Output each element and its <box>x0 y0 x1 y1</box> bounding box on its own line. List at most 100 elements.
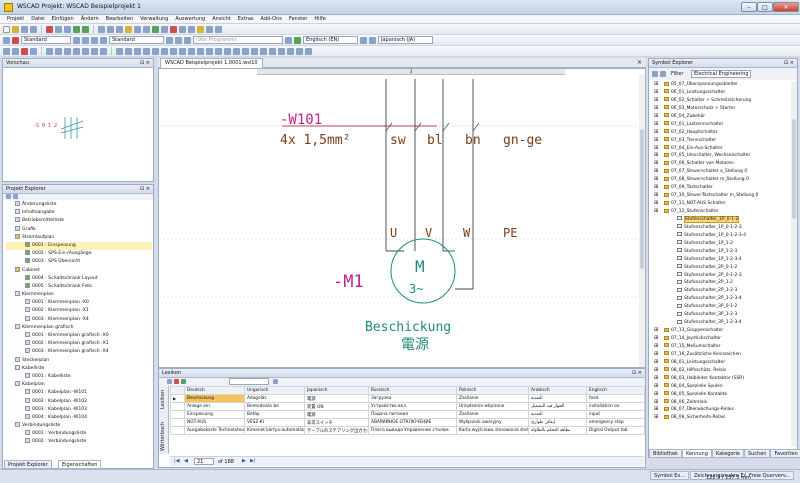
table-cell[interactable]: Karta wyjściowa sterowania stołu <box>456 426 529 435</box>
project-tree-item[interactable]: Steckerplan <box>6 356 152 365</box>
project-tree-item[interactable]: Stromlaufplan <box>6 233 152 242</box>
table-cell[interactable]: 非常スイッチ <box>304 418 369 427</box>
project-tree-item[interactable]: 0002 : Kabelplan -W102 <box>6 397 152 406</box>
project-tree-item[interactable]: 0003 : Klemmenplan grafisch -X4 <box>6 348 152 356</box>
symbol-category[interactable]: ⊞ 07_16_Zusätzliche Kennzeichen <box>649 351 791 359</box>
expand-icon[interactable]: ⊞ <box>654 176 658 184</box>
size-icon[interactable] <box>175 36 182 44</box>
zoom-in-icon[interactable] <box>98 25 105 33</box>
symbol-scroll-thumb[interactable] <box>792 119 796 219</box>
symbol-category[interactable]: ⊞ 06_01_Leistungsschalter <box>649 89 791 97</box>
expand-icon[interactable]: ⊞ <box>654 200 658 208</box>
macro-tool-icon[interactable] <box>197 47 204 55</box>
symbol-category[interactable]: ⊞ 08_04_Spezielle Spulen <box>649 383 791 391</box>
project-tree-item[interactable]: 0004 : Kabelplan -W104 <box>6 413 152 422</box>
expand-icon[interactable]: ⊞ <box>654 359 658 367</box>
symbol-category[interactable]: ⊞ 08_08_Sicherheits-Relais <box>649 414 791 422</box>
close-doc-icon[interactable]: × <box>637 59 642 66</box>
wire-tool-icon[interactable] <box>125 47 132 55</box>
pen-icon[interactable] <box>91 36 98 44</box>
table-cell[interactable]: Beschickung <box>184 394 245 403</box>
project-tree-item[interactable]: 0003 : SPS Übersicht <box>6 258 152 266</box>
filter-combo[interactable]: Electrical Engineering <box>691 70 751 78</box>
search-icon[interactable] <box>273 379 278 384</box>
text-color-icon[interactable] <box>21 47 28 55</box>
menu-2[interactable]: Einfügen <box>52 16 74 22</box>
table-cell[interactable]: テーブルのステアリング出力カード <box>304 426 369 435</box>
taskbar-crossref[interactable]: Freie Querverv... <box>745 471 795 480</box>
symbol-category[interactable]: ⊞ 08_01_Leistungsschalter <box>649 359 791 367</box>
pin-icon[interactable]: ⊡ × <box>140 185 150 193</box>
symbol-item[interactable]: Stufenschalter_2P_0-1-2-3 <box>649 272 791 280</box>
image-tool-icon[interactable] <box>206 47 213 55</box>
symbol-category[interactable]: ⊞ 07_03_Trennschalter <box>649 137 791 145</box>
expand-icon[interactable]: ⊞ <box>654 184 658 192</box>
project-tree-item[interactable]: Inhaltsangabe <box>6 209 152 217</box>
table-row[interactable]: Einspeisung Betáp 電源 Подача питания Zasilani… <box>170 410 645 419</box>
table-row[interactable]: NOT-AUS VÉSZ-KI 非常スイッチ АВАРИЙНОЕ ОТКЛЮЧЕНИЕ… <box>170 418 645 427</box>
symbol-item[interactable]: Stufenschalter_2P_1-2-3 <box>649 287 791 295</box>
properties-icon[interactable] <box>188 25 195 33</box>
page-input[interactable]: 21 <box>194 458 214 465</box>
symbol-category[interactable]: ⊞ 07_08_Steuerschalter m_Stellung 0 <box>649 176 791 184</box>
symbol-category[interactable]: ⊞ 08_06_Zeitrelais <box>649 399 791 407</box>
symbol-category[interactable]: ⊞ 07_04_Ein-Aus-Schalter <box>649 145 791 153</box>
symbol-category[interactable]: ⊞ 08_02_Hilfsschütz, Relais <box>649 367 791 375</box>
symbol-category[interactable]: ⊞ 07_07_Steuerschalter o_Stellung 0 <box>649 168 791 176</box>
table-cell[interactable]: إيقاف طوارئ <box>528 418 587 427</box>
table-cell[interactable]: Ausgabekarte Technetsteuerung <box>184 426 245 435</box>
symbol-tab[interactable]: Kategorie <box>711 449 744 458</box>
zoom-out-icon[interactable] <box>107 25 114 33</box>
language-1-combo[interactable]: Englisch (EN) <box>303 36 358 44</box>
expand-icon[interactable]: ⊞ <box>654 327 658 335</box>
hyperlink-tool-icon[interactable] <box>215 47 222 55</box>
expand-icon[interactable]: ⊞ <box>654 391 658 399</box>
expand-icon[interactable]: ⊞ <box>654 335 658 343</box>
cut-icon[interactable] <box>46 25 53 33</box>
column-header[interactable]: Japanisch <box>304 386 369 395</box>
expand-icon[interactable]: ⊞ <box>654 414 658 422</box>
symbol-category[interactable]: ⊞ 07_15_Meßumschalter <box>649 343 791 351</box>
minimize-button[interactable]: – <box>741 2 757 12</box>
symbol-category[interactable]: ⊞ 07_01_Lastrennschalter <box>649 121 791 129</box>
dimension-tool-icon[interactable] <box>116 47 123 55</box>
project-tree-item[interactable]: 0002 : Verbindungsliste <box>6 438 152 446</box>
symbol-category[interactable]: ⊞ 07_12_Stufenschalter <box>649 208 791 216</box>
table-row[interactable]: Anlage ein Berendezés be 装置 ON Устройство в… <box>170 402 645 411</box>
table-cell[interactable]: Berendezés be <box>244 402 305 411</box>
column-header[interactable]: Polnisch <box>456 386 529 395</box>
table-cell[interactable]: Digital Output tab <box>586 426 645 435</box>
project-tree-item[interactable]: Betriebsmittelliste <box>6 217 152 225</box>
project-tree-item[interactable]: 0002 : SPS-Ein-/Ausgänge <box>6 250 152 258</box>
expand-icon[interactable]: ⊞ <box>654 406 658 414</box>
expand-icon[interactable]: ⊞ <box>654 89 658 97</box>
next-page-icon[interactable]: ▶ <box>242 458 246 464</box>
bold-icon[interactable] <box>73 36 80 44</box>
table-cell[interactable]: Устройство вкл. <box>368 402 457 411</box>
project-tree-item[interactable]: 0001 : Klemmenplan -X0 <box>6 299 152 307</box>
expand-icon[interactable]: ⊞ <box>654 343 658 351</box>
symbol-item[interactable]: Stufenschalter_3P_1-2-3 <box>649 311 791 319</box>
norm-combo[interactable]: (Von Programm) <box>193 36 283 44</box>
project-tree-item[interactable]: 0004 : Schaltschrank Layout <box>6 274 152 283</box>
trim-tool-icon[interactable] <box>278 47 285 55</box>
symbol-category[interactable]: ⊞ 06_03_Motorschutz + Starter <box>649 105 791 113</box>
expand-icon[interactable]: ⊞ <box>654 105 658 113</box>
view-icon[interactable] <box>652 71 658 77</box>
table-cell[interactable]: Einspeisung <box>184 410 245 419</box>
menu-9[interactable]: Add-Ons <box>261 16 282 22</box>
hatch-icon[interactable] <box>82 36 89 44</box>
collapse-all-icon[interactable] <box>13 194 18 199</box>
close-button[interactable]: ✕ <box>773 2 799 12</box>
help-icon[interactable] <box>215 25 222 33</box>
symbol-category[interactable]: ⊞ 05_07_Überspannungsableiter <box>649 81 791 89</box>
symbol-category[interactable]: ⊞ 07_05_Umschalter, Wechselschalter <box>649 152 791 160</box>
table-cell[interactable]: Zasilanie <box>456 394 529 403</box>
prev-page-icon[interactable]: ◀ <box>184 458 188 464</box>
pin-icon[interactable]: ⊡ × <box>632 369 642 377</box>
scroll-thumb[interactable] <box>640 129 644 269</box>
table-cell[interactable]: Загрузка <box>368 394 457 403</box>
project-tree-item[interactable]: 0002 : Klemmenplan -X1 <box>6 307 152 315</box>
print-icon[interactable] <box>30 25 37 33</box>
column-header[interactable]: Arabisch <box>528 386 587 395</box>
